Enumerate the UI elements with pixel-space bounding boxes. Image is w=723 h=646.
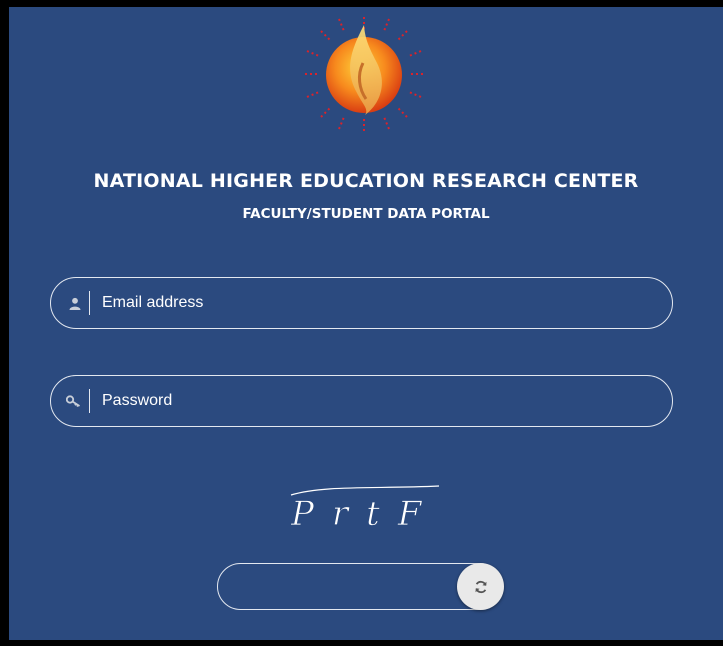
password-input[interactable] [102,392,672,410]
portal-title: NATIONAL HIGHER EDUCATION RESEARCH CENTE… [93,170,639,192]
user-icon [51,297,89,310]
email-input[interactable] [102,294,672,312]
password-field[interactable] [50,375,673,427]
flame-sun-logo [305,17,423,131]
portal-subtitle: FACULTY/STUDENT DATA PORTAL [242,206,490,222]
captcha-input[interactable] [234,574,448,600]
password-field-divider [89,389,90,413]
refresh-icon [475,580,486,593]
login-panel: NATIONAL HIGHER EDUCATION RESEARCH CENTE… [9,7,723,640]
email-field-divider [89,291,90,315]
captcha-text: PrtF [290,494,439,534]
email-field[interactable] [50,277,673,329]
refresh-captcha-button[interactable] [457,563,504,610]
captcha-image: PrtF [290,485,440,534]
key-icon [51,395,89,407]
